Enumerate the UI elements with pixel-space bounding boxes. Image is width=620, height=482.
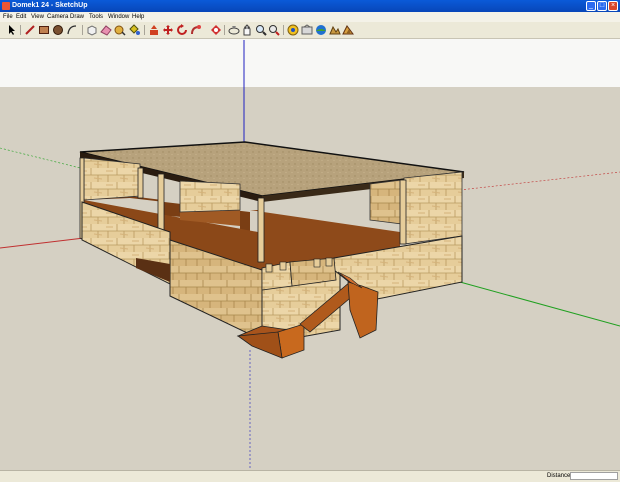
title-bar: Domek1 24 - SketchUp _ □ × — [0, 0, 620, 12]
parapet-merlon — [325, 257, 333, 267]
circle-icon[interactable] — [52, 24, 64, 36]
menu-help[interactable]: Help — [132, 12, 144, 22]
move-icon[interactable] — [162, 24, 174, 36]
line-icon[interactable] — [24, 24, 36, 36]
menu-file[interactable]: File — [3, 12, 13, 22]
toolbar-separator — [82, 25, 83, 35]
menu-bar: File Edit View Camera Draw Tools Window … — [0, 12, 620, 22]
eraser-icon[interactable] — [100, 24, 112, 36]
toolbar-separator — [224, 25, 225, 35]
measurement-input[interactable] — [570, 472, 618, 480]
pan-icon[interactable] — [241, 24, 253, 36]
select-icon[interactable] — [6, 24, 18, 36]
back-wall-right — [369, 179, 403, 225]
make-component-icon[interactable] — [86, 24, 98, 36]
menu-draw[interactable]: Draw — [70, 12, 84, 22]
menu-tools[interactable]: Tools — [89, 12, 103, 22]
parapet-merlon — [279, 261, 287, 271]
rotate-icon[interactable] — [176, 24, 188, 36]
toolbar-separator — [283, 25, 284, 35]
measurement-label: Distance — [547, 473, 571, 479]
parapet-merlon — [265, 263, 273, 273]
menu-camera[interactable]: Camera — [47, 12, 68, 22]
close-icon[interactable]: × — [608, 1, 618, 11]
back-wall-center — [179, 180, 241, 213]
column — [257, 197, 265, 263]
column — [157, 173, 165, 231]
back-wall-left — [83, 157, 141, 201]
column — [399, 179, 407, 245]
arc-icon[interactable] — [66, 24, 78, 36]
get-models-icon[interactable] — [287, 24, 299, 36]
scene-canvas[interactable] — [0, 39, 620, 470]
status-bar: Distance — [0, 470, 620, 482]
tape-measure-icon[interactable] — [114, 24, 126, 36]
orbit-icon[interactable] — [228, 24, 240, 36]
modeling-viewport[interactable] — [0, 39, 620, 470]
maximize-icon[interactable]: □ — [597, 1, 607, 11]
get-photo-texture-icon[interactable] — [315, 24, 327, 36]
menu-view[interactable]: View — [31, 12, 44, 22]
menu-edit[interactable]: Edit — [16, 12, 26, 22]
main-toolbar — [0, 22, 620, 39]
toolbar-separator — [20, 25, 21, 35]
right-wall-upper — [403, 171, 463, 245]
minimize-icon[interactable]: _ — [586, 1, 596, 11]
column — [137, 167, 144, 199]
zoom-extents-icon[interactable] — [268, 24, 280, 36]
menu-window[interactable]: Window — [108, 12, 129, 22]
add-location-icon[interactable] — [329, 24, 341, 36]
zoom-icon[interactable] — [255, 24, 267, 36]
push-pull-icon[interactable] — [148, 24, 160, 36]
toolbar-separator — [144, 25, 145, 35]
rectangle-icon[interactable] — [38, 24, 50, 36]
paint-bucket-icon[interactable] — [128, 24, 140, 36]
offset-icon[interactable] — [210, 24, 222, 36]
share-model-icon[interactable] — [301, 24, 313, 36]
follow-me-icon[interactable] — [190, 24, 202, 36]
toggle-terrain-icon[interactable] — [342, 24, 354, 36]
sky-background — [0, 39, 620, 87]
window-title: Domek1 24 - SketchUp — [12, 2, 88, 9]
parapet-merlon — [313, 258, 321, 268]
sketchup-app-icon — [2, 2, 10, 10]
